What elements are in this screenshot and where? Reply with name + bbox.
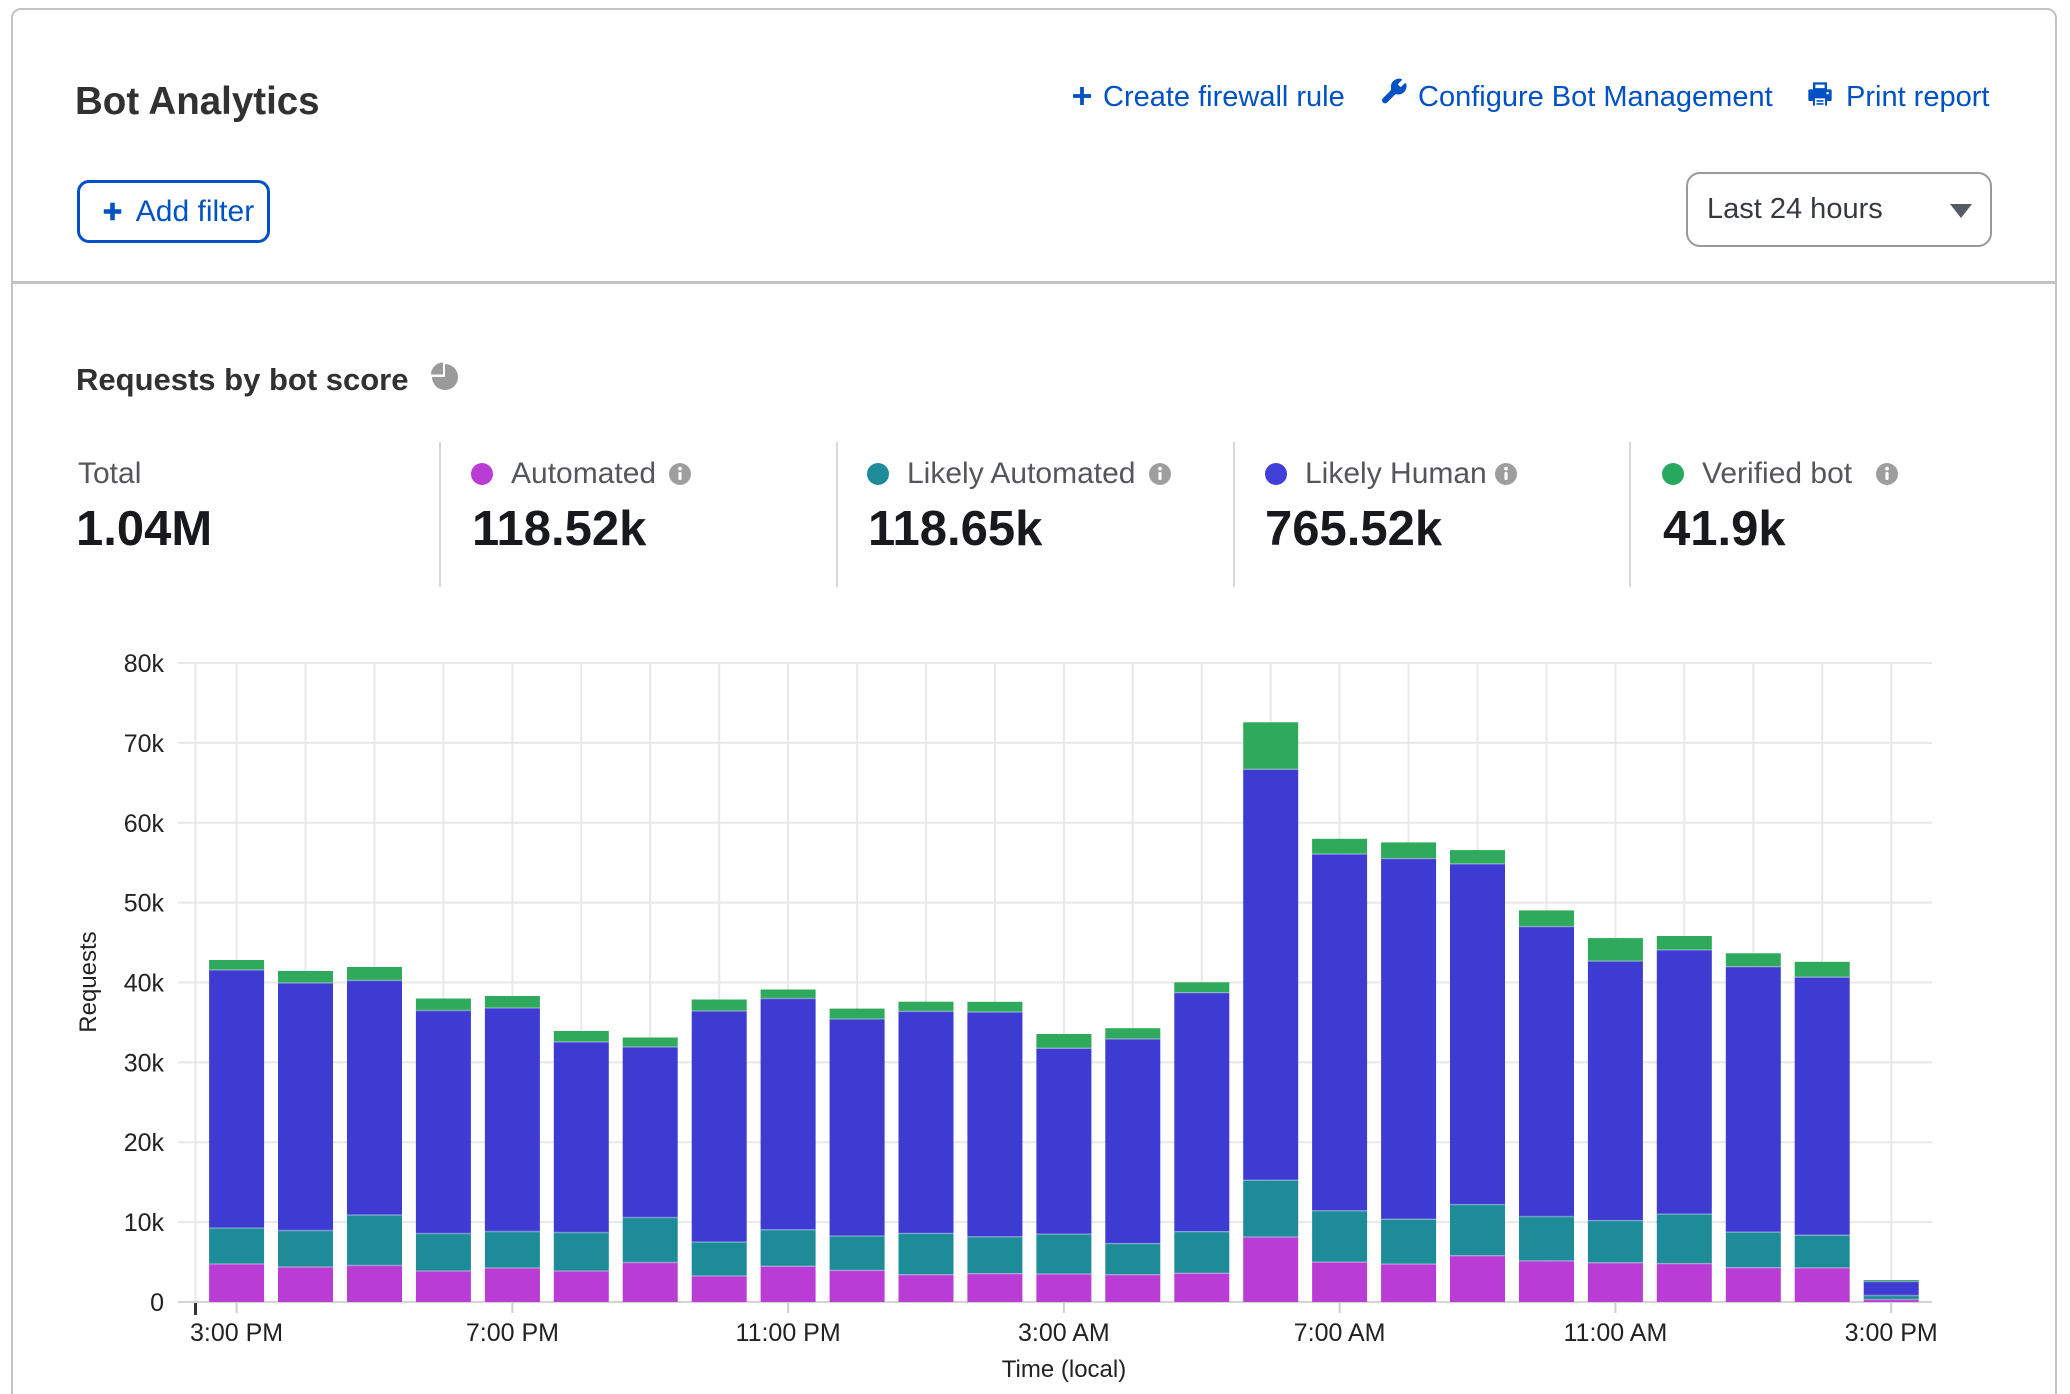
svg-text:7:00 PM: 7:00 PM <box>466 1319 559 1347</box>
svg-text:20k: 20k <box>124 1129 165 1157</box>
svg-text:11:00 AM: 11:00 AM <box>1564 1319 1668 1347</box>
svg-text:80k: 80k <box>124 650 165 678</box>
svg-text:60k: 60k <box>124 810 165 838</box>
svg-text:0: 0 <box>150 1289 164 1317</box>
svg-text:50k: 50k <box>124 890 165 918</box>
svg-text:10k: 10k <box>124 1209 165 1237</box>
svg-text:11:00 PM: 11:00 PM <box>736 1319 841 1347</box>
svg-text:3:00 PM: 3:00 PM <box>1845 1319 1938 1347</box>
svg-text:40k: 40k <box>124 970 165 998</box>
svg-text:70k: 70k <box>124 730 165 758</box>
svg-text:7:00 AM: 7:00 AM <box>1294 1319 1386 1347</box>
svg-text:Requests: Requests <box>75 931 102 1032</box>
svg-text:3:00 PM: 3:00 PM <box>190 1319 283 1347</box>
svg-text:30k: 30k <box>124 1049 165 1077</box>
svg-text:Time (local): Time (local) <box>1002 1356 1126 1383</box>
svg-text:3:00 AM: 3:00 AM <box>1018 1319 1110 1347</box>
